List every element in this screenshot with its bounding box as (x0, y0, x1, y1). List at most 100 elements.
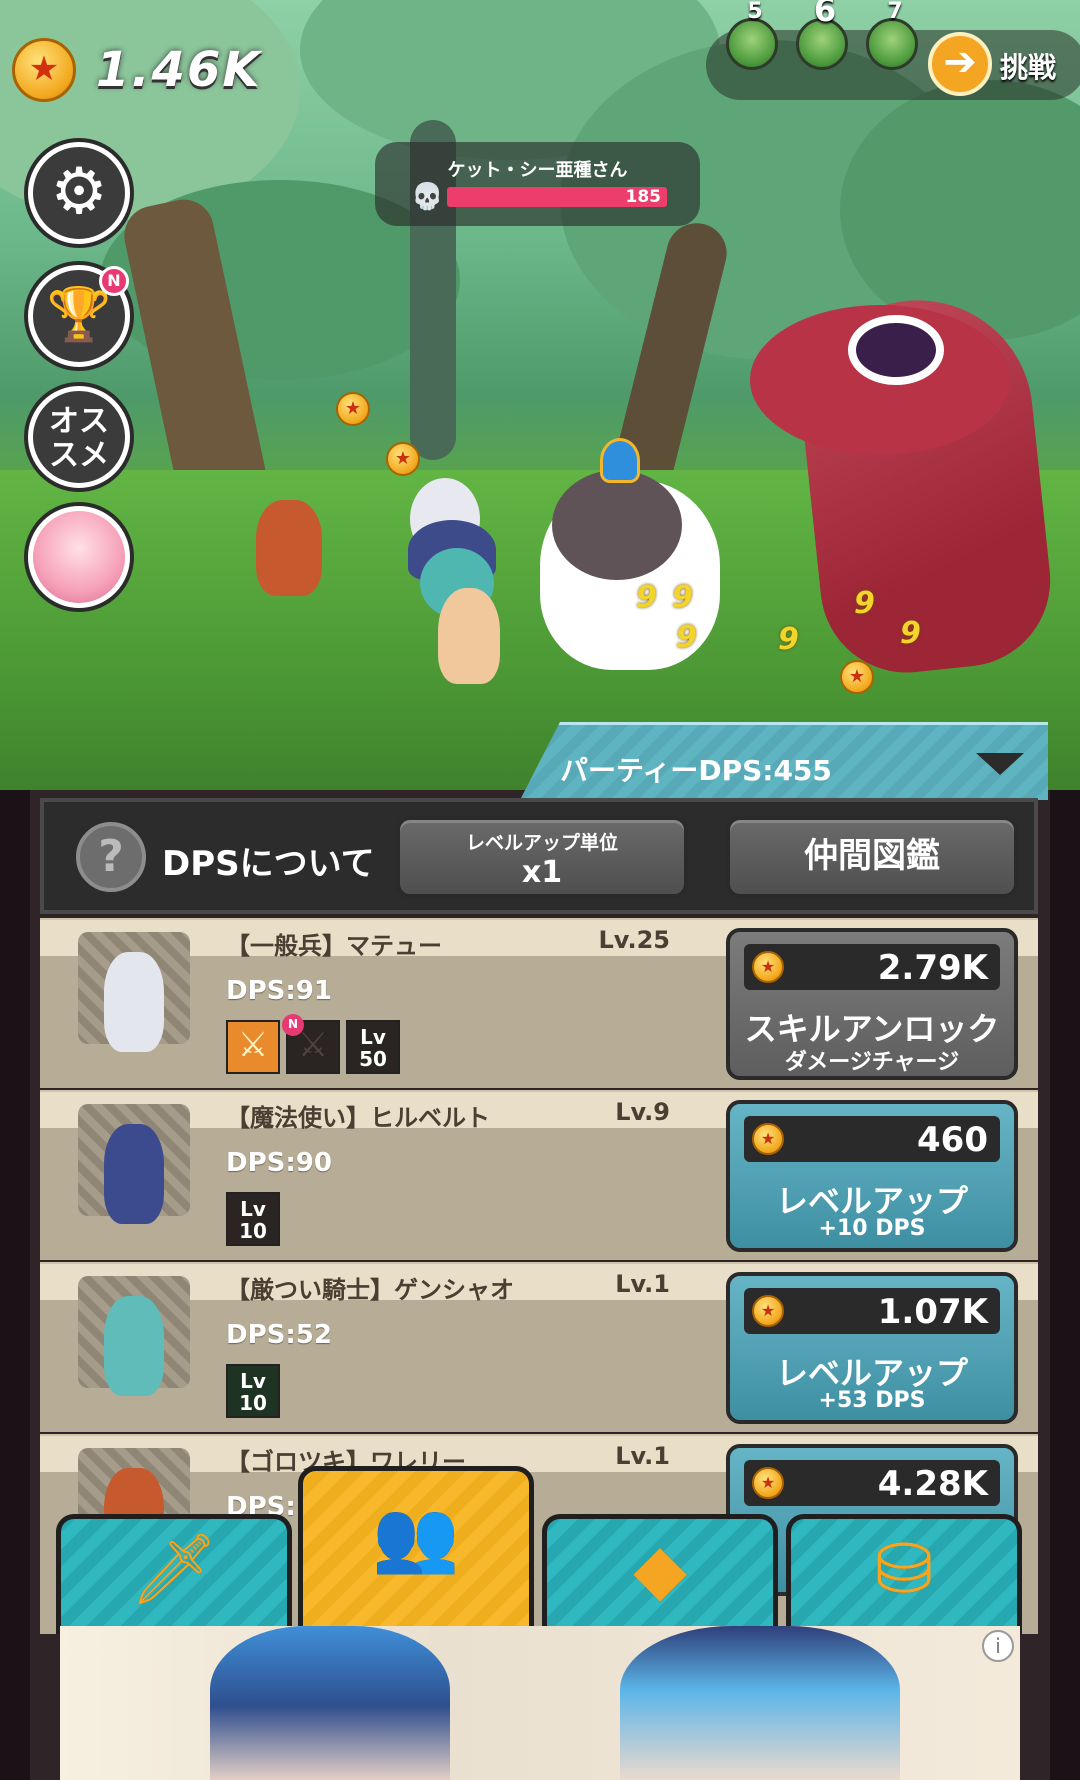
crystal-icon: ◆ (633, 1528, 687, 1610)
level-skill-value: 10 (239, 1219, 267, 1243)
soldier-avatar (104, 952, 164, 1052)
member-portrait[interactable] (78, 1104, 190, 1224)
member-dps: DPS:91 (226, 976, 332, 1006)
damage-number: 9 (676, 620, 697, 655)
party-dps-tab[interactable]: パーティーDPS:455 (520, 722, 1048, 800)
price-box: ★ 460 (744, 1116, 1000, 1162)
boss-hp-value: 185 (625, 187, 662, 207)
trophy-button[interactable]: 🏆 N (28, 265, 130, 367)
boss-hp-bar: 185 (447, 187, 667, 207)
ad-info-icon[interactable]: i (982, 1630, 1014, 1662)
new-badge: N (99, 266, 129, 296)
coin-counter: ★ 1.46K (12, 38, 262, 102)
damage-number: 9 (672, 580, 693, 615)
member-dps: DPS:52 (226, 1320, 332, 1350)
sword-skill-icon[interactable]: ⚔ (226, 1020, 280, 1074)
member-level: Lv.1 (615, 1270, 670, 1298)
stage-number: 5 (747, 0, 763, 24)
level-skill-badge[interactable]: Lv 10 (226, 1192, 280, 1246)
coin-drop-icon[interactable]: ★ (386, 442, 420, 476)
weapon-tab[interactable]: 🗡 (56, 1514, 292, 1634)
help-icon[interactable]: ? (76, 822, 146, 892)
level-skill-label: Lv (240, 1369, 266, 1393)
dps-help-label[interactable]: DPSについて (162, 836, 375, 885)
locked-sword-skill-icon[interactable]: ⚔ N (282, 1014, 340, 1074)
crystal-tab[interactable]: ◆ (542, 1514, 778, 1634)
price-value: 1.07K (877, 1292, 988, 1332)
coin-icon: ★ (12, 38, 76, 102)
coin-stack-icon: ⛁ (874, 1528, 934, 1610)
member-row: 【魔法使い】ヒルベルト Lv.9 DPS:90 Lv 10 ★ 460 レベルア… (40, 1090, 1038, 1260)
ad-banner[interactable]: i (60, 1626, 1020, 1780)
coin-amount: 1.46K (96, 42, 262, 98)
coin-icon: ★ (752, 1123, 784, 1155)
party-tab[interactable]: 👥 (298, 1466, 534, 1634)
party-dps-label: パーティーDPS:455 (560, 754, 832, 787)
action-sub-label: ダメージチャージ (784, 1050, 960, 1075)
member-level: Lv.9 (615, 1098, 670, 1126)
settings-button[interactable]: ⚙ (28, 142, 130, 244)
member-level: Lv.1 (615, 1442, 670, 1470)
gear-icon: ⚙ (50, 155, 108, 229)
levelup-unit-button[interactable]: レベルアップ単位 x1 (396, 816, 688, 898)
price-box: ★ 1.07K (744, 1288, 1000, 1334)
hero-thug (256, 500, 322, 596)
member-portrait[interactable] (78, 1276, 190, 1396)
stage-number: 6 (813, 0, 837, 29)
sword-icon: 🗡 (129, 1528, 219, 1610)
price-box: ★ 2.79K (744, 944, 1000, 990)
level-skill-label: Lv (240, 1197, 266, 1221)
member-level: Lv.25 (598, 926, 671, 954)
crown-icon (600, 438, 640, 483)
level-skill-badge[interactable]: Lv 50 (346, 1020, 400, 1074)
snake-boss-eye (848, 315, 944, 385)
member-row: 【一般兵】マテュー Lv.25 DPS:91 ⚔ ⚔ N Lv 50 ★ 2.7… (40, 918, 1038, 1088)
mage-avatar (104, 1124, 164, 1224)
damage-number: 9 (854, 586, 875, 621)
price-value: 2.79K (877, 948, 988, 988)
level-up-button[interactable]: ★ 1.07K レベルアップ +53 DPS (726, 1272, 1018, 1424)
stage-7[interactable]: 7 (866, 0, 918, 70)
recommend-label: オス (49, 404, 109, 439)
character-avatar-button[interactable] (28, 506, 130, 608)
coin-drop-icon[interactable]: ★ (840, 660, 874, 694)
cat-boss-head (552, 470, 682, 580)
recommend-button[interactable]: オス スメ (28, 386, 130, 488)
trophy-icon: 🏆 (46, 285, 112, 345)
levelup-unit-value: x1 (521, 855, 563, 890)
boss-name: ケット・シー亜種さん (447, 160, 628, 181)
skill-unlock-button[interactable]: ★ 2.79K スキルアンロック ダメージチャージ (726, 928, 1018, 1080)
challenge-button[interactable]: ➔ (928, 32, 992, 96)
member-portrait[interactable] (78, 932, 190, 1052)
damage-number: 9 (636, 580, 657, 615)
member-name: 【厳つい騎士】ゲンシャオ (226, 1276, 514, 1304)
ad-character-image (210, 1626, 450, 1780)
action-sub-label: +53 DPS (818, 1388, 926, 1413)
party-panel-header: ? DPSについて レベルアップ単位 x1 仲間図鑑 (40, 798, 1038, 914)
battle-scene[interactable]: ★ ★ ★ 9 9 9 9 9 9 ★ 1.46K 5 6 7 ➔ 挑戦 ケット… (0, 0, 1080, 790)
boss-status: ケット・シー亜種さん 💀 185 (375, 142, 700, 226)
companion-book-button[interactable]: 仲間図鑑 (726, 816, 1018, 898)
ad-character-image (620, 1626, 900, 1780)
knight-avatar (104, 1296, 164, 1396)
damage-number: 9 (900, 616, 921, 651)
level-up-button[interactable]: ★ 460 レベルアップ +10 DPS (726, 1100, 1018, 1252)
coin-icon: ★ (752, 951, 784, 983)
coin-icon: ★ (752, 1295, 784, 1327)
stage-number: 7 (887, 0, 903, 24)
coin-tab[interactable]: ⛁ (786, 1514, 1022, 1634)
collapse-arrow-icon[interactable] (976, 753, 1024, 775)
coin-drop-icon[interactable]: ★ (336, 392, 370, 426)
level-skill-value: 50 (359, 1047, 387, 1071)
recommend-label: スメ (49, 438, 109, 473)
level-skill-badge[interactable]: Lv 10 (226, 1364, 280, 1418)
damage-number: 9 (778, 622, 799, 657)
stage-6[interactable]: 6 (796, 0, 848, 70)
stage-5[interactable]: 5 (726, 0, 778, 70)
level-skill-label: Lv (360, 1025, 386, 1049)
arrow-right-icon: ➔ (943, 39, 977, 85)
party-icon: 👥 (372, 1495, 460, 1577)
skull-icon: 💀 (411, 182, 444, 212)
level-skill-value: 10 (239, 1391, 267, 1415)
challenge-label[interactable]: 挑戦 (1000, 46, 1056, 86)
